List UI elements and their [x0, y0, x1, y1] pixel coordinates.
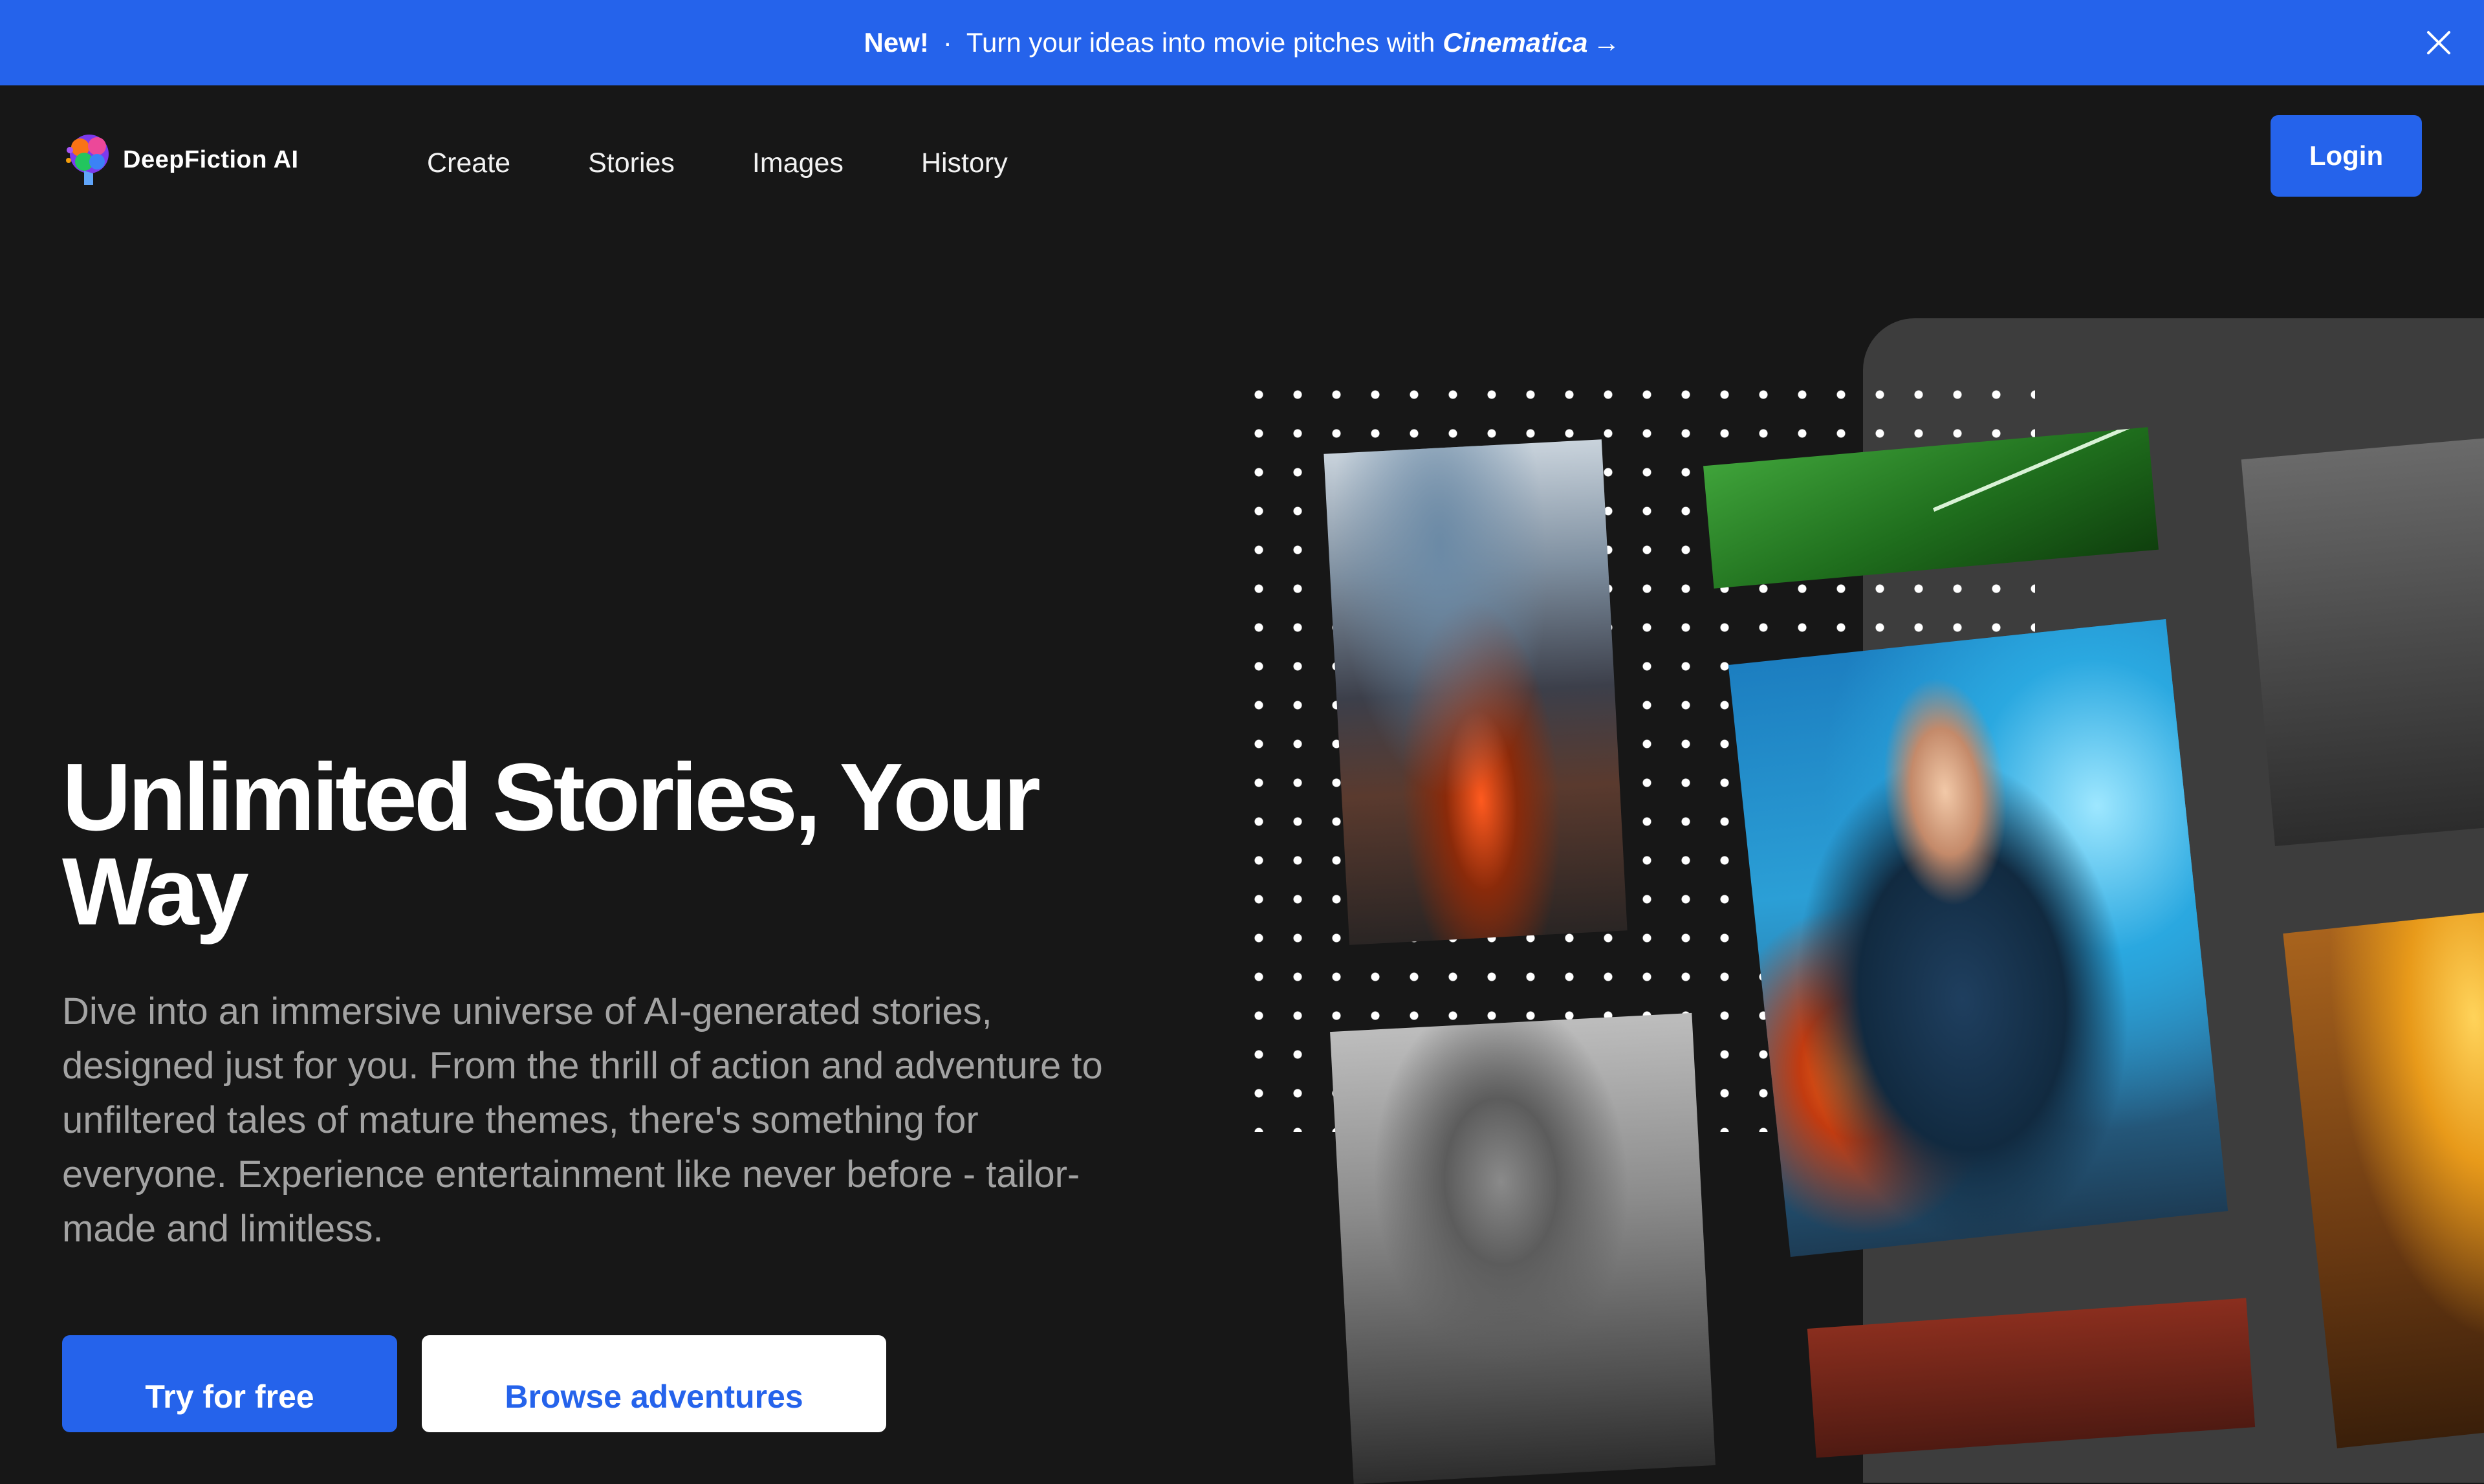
logo-text: DeepFiction AI — [123, 146, 299, 173]
gallery-card-foggy-forest — [2241, 434, 2484, 847]
browse-adventures-button[interactable]: Browse adventures — [422, 1335, 886, 1432]
nav-item-stories[interactable]: Stories — [588, 147, 675, 179]
hero-title: Unlimited Stories, Your Way — [62, 744, 1041, 945]
login-button[interactable]: Login — [2271, 115, 2422, 197]
banner-arrow: → — [1593, 27, 1620, 58]
banner-message: Turn your ideas into movie pitches with — [966, 27, 1435, 58]
site-header: DeepFiction AI Create Stories Images His… — [0, 85, 2484, 241]
banner-close-button[interactable] — [2419, 23, 2458, 62]
hero-description: Dive into an immersive universe of AI-ge… — [62, 990, 1103, 1250]
announcement-banner[interactable]: New! · Turn your ideas into movie pitche… — [0, 0, 2484, 85]
gallery-card-dragon — [1324, 439, 1628, 945]
nav-item-create[interactable]: Create — [427, 147, 510, 179]
close-icon — [2427, 31, 2450, 54]
banner-brand-link[interactable]: Cinematica — [1443, 27, 1587, 58]
gallery-card-fire-mage — [1728, 618, 2228, 1258]
banner-new-label: New! — [864, 27, 929, 58]
gallery-card-horned-beast — [1330, 1012, 1716, 1484]
nav-item-images[interactable]: Images — [752, 147, 844, 179]
nav-item-history[interactable]: History — [921, 147, 1008, 179]
try-for-free-button[interactable]: Try for free — [62, 1335, 397, 1432]
main-nav: Create Stories Images History — [427, 147, 1085, 179]
logo-link[interactable]: DeepFiction AI — [65, 131, 299, 189]
brain-logo-icon — [66, 135, 109, 185]
banner-separator: · — [942, 27, 952, 58]
